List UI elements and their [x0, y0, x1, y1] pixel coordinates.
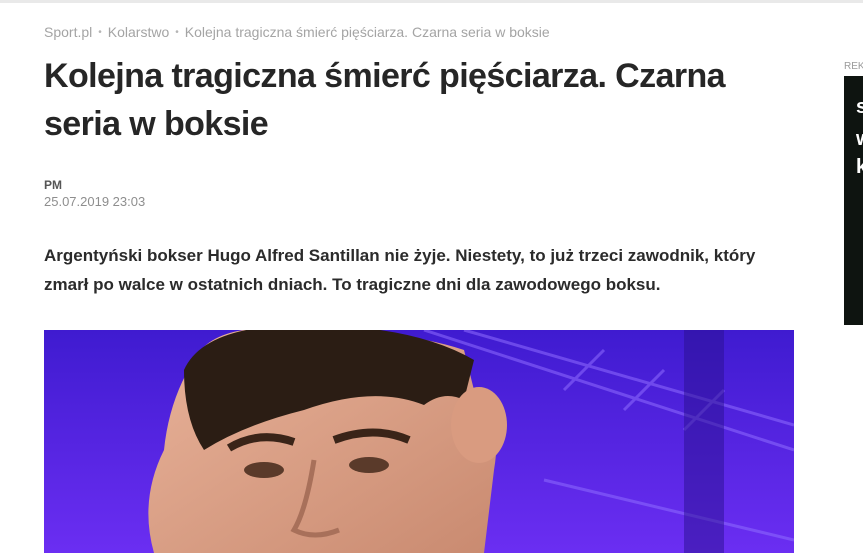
breadcrumb-separator: •	[98, 26, 102, 38]
breadcrumb-item-sport[interactable]: Sport.pl	[44, 24, 92, 40]
article-page: Sport.pl • Kolarstwo • Kolejna tragiczna…	[0, 0, 863, 553]
breadcrumb: Sport.pl • Kolarstwo • Kolejna tragiczna…	[44, 24, 550, 40]
article-lead: Argentyński bokser Hugo Alfred Santillan…	[44, 246, 756, 294]
article-title: Kolejna tragiczna śmierć pięściarza. Cza…	[44, 57, 726, 143]
ad-text-fragment: w	[856, 128, 863, 151]
ad-label: REKLAMA	[844, 61, 863, 72]
breadcrumb-item-kolarstwo[interactable]: Kolarstwo	[108, 24, 169, 40]
breadcrumb-item-current[interactable]: Kolejna tragiczna śmierć pięściarza. Cza…	[185, 24, 550, 40]
ad-text-fragment: s	[856, 96, 863, 118]
article-author[interactable]: PM	[44, 178, 62, 192]
article-date: 25.07.2019 23:03	[44, 194, 146, 209]
article-photo[interactable]	[44, 330, 794, 553]
ad-banner[interactable]: s w k	[844, 76, 863, 325]
ad-text-fragment: k	[856, 156, 863, 178]
top-border	[0, 0, 863, 3]
boxer-photo-illustration	[44, 330, 794, 553]
breadcrumb-separator: •	[175, 26, 179, 38]
